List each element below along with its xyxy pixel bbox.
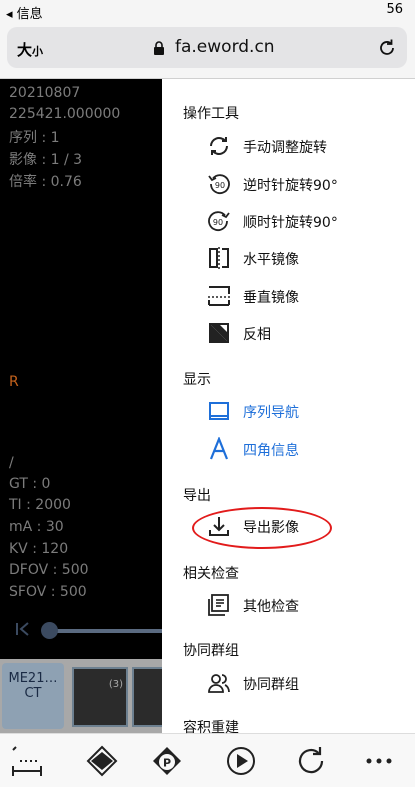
series-card[interactable]: ME21… CT [2,663,64,729]
orientation-marker: R [9,374,19,390]
rotate-ccw-90-icon: 90 [208,174,230,195]
back-to-app-link[interactable]: ◂ 信息 [6,3,43,22]
series-modality: CT [24,686,42,701]
info-slash: / [9,455,14,471]
study-date: 20210807 [9,85,81,101]
image-viewer[interactable]: 20210807 225421.000000 序列 : 1 影像 : 1 / 3… [0,79,166,659]
preset-window-icon[interactable]: P [150,744,184,778]
side-menu-panel: 操作工具 手动调整旋转 90 逆时针旋转90° 90 顺时针旋转90° 水平镜像… [162,79,415,736]
reset-icon[interactable] [294,744,328,778]
bottom-toolbar: P [0,733,415,787]
flip-horizontal-label: 水平镜像 [243,252,299,268]
rotate-cw-90-icon: 90 [208,211,230,232]
rotate-ccw-label: 逆时针旋转90° [243,178,338,194]
first-image-icon[interactable] [14,620,32,638]
flip-horizontal-icon [209,247,229,269]
flip-vertical-icon [208,286,230,306]
collab-group-label: 协同群组 [243,677,299,693]
image-slider-handle[interactable] [41,622,58,639]
play-icon[interactable] [224,744,258,778]
sfov-value: SFOV : 500 [9,584,87,600]
window-level-icon[interactable] [85,744,119,778]
flip-vertical-label: 垂直镜像 [243,290,299,306]
section-export-title: 导出 [183,488,211,504]
series-nav-label: 序列导航 [243,405,299,421]
section-collab-title: 协同群组 [183,643,239,659]
browser-address-bar: 大小 fa.eword.cn [0,24,415,79]
rotate-arrows-icon [210,137,228,155]
manual-rotate-label: 手动调整旋转 [243,140,327,156]
dfov-value: DFOV : 500 [9,562,89,578]
kv-value: KV : 120 [9,541,69,557]
corner-info-icon [209,437,229,460]
gantry-tilt: GT : 0 [9,476,51,492]
ti-value: TI : 2000 [9,497,71,513]
zoom-ratio: 倍率 : 0.76 [9,174,82,190]
thumbnail-count: (3) [108,679,123,690]
users-icon [208,674,230,693]
section-tools-title: 操作工具 [183,106,239,122]
document-icon [208,594,229,616]
battery-indicator: 56 [386,2,403,17]
image-slider-track[interactable] [46,629,166,633]
rotate-cw-label: 顺时针旋转90° [243,215,338,231]
svg-text:90: 90 [215,181,225,190]
svg-text:90: 90 [213,218,223,227]
section-volume-title: 容积重建 [183,720,239,736]
url-field[interactable]: 大小 fa.eword.cn [7,27,407,68]
text-size-button[interactable]: 大小 [17,39,43,60]
series-name: ME21… [8,671,58,686]
study-time: 225421.000000 [9,106,121,122]
other-exams-label: 其他检查 [243,599,299,615]
url-text: fa.eword.cn [175,37,275,57]
highlight-ellipse [192,507,332,549]
series-number: 序列 : 1 [9,130,60,146]
reload-icon[interactable] [377,38,397,58]
ma-value: mA : 30 [9,519,64,535]
section-related-title: 相关检查 [183,566,239,582]
measure-icon[interactable] [10,744,44,778]
series-nav-icon [209,402,229,420]
invert-label: 反相 [243,327,271,343]
status-bar: ◂ 信息 56 [0,0,415,24]
invert-icon [209,323,229,343]
image-number: 影像 : 1 / 3 [9,152,83,168]
corner-info-label: 四角信息 [243,443,299,459]
section-display-title: 显示 [183,372,211,388]
more-icon[interactable] [362,744,396,778]
svg-text:P: P [163,757,171,770]
lock-icon [154,41,164,55]
image-thumbnail[interactable]: (3) [72,667,128,727]
